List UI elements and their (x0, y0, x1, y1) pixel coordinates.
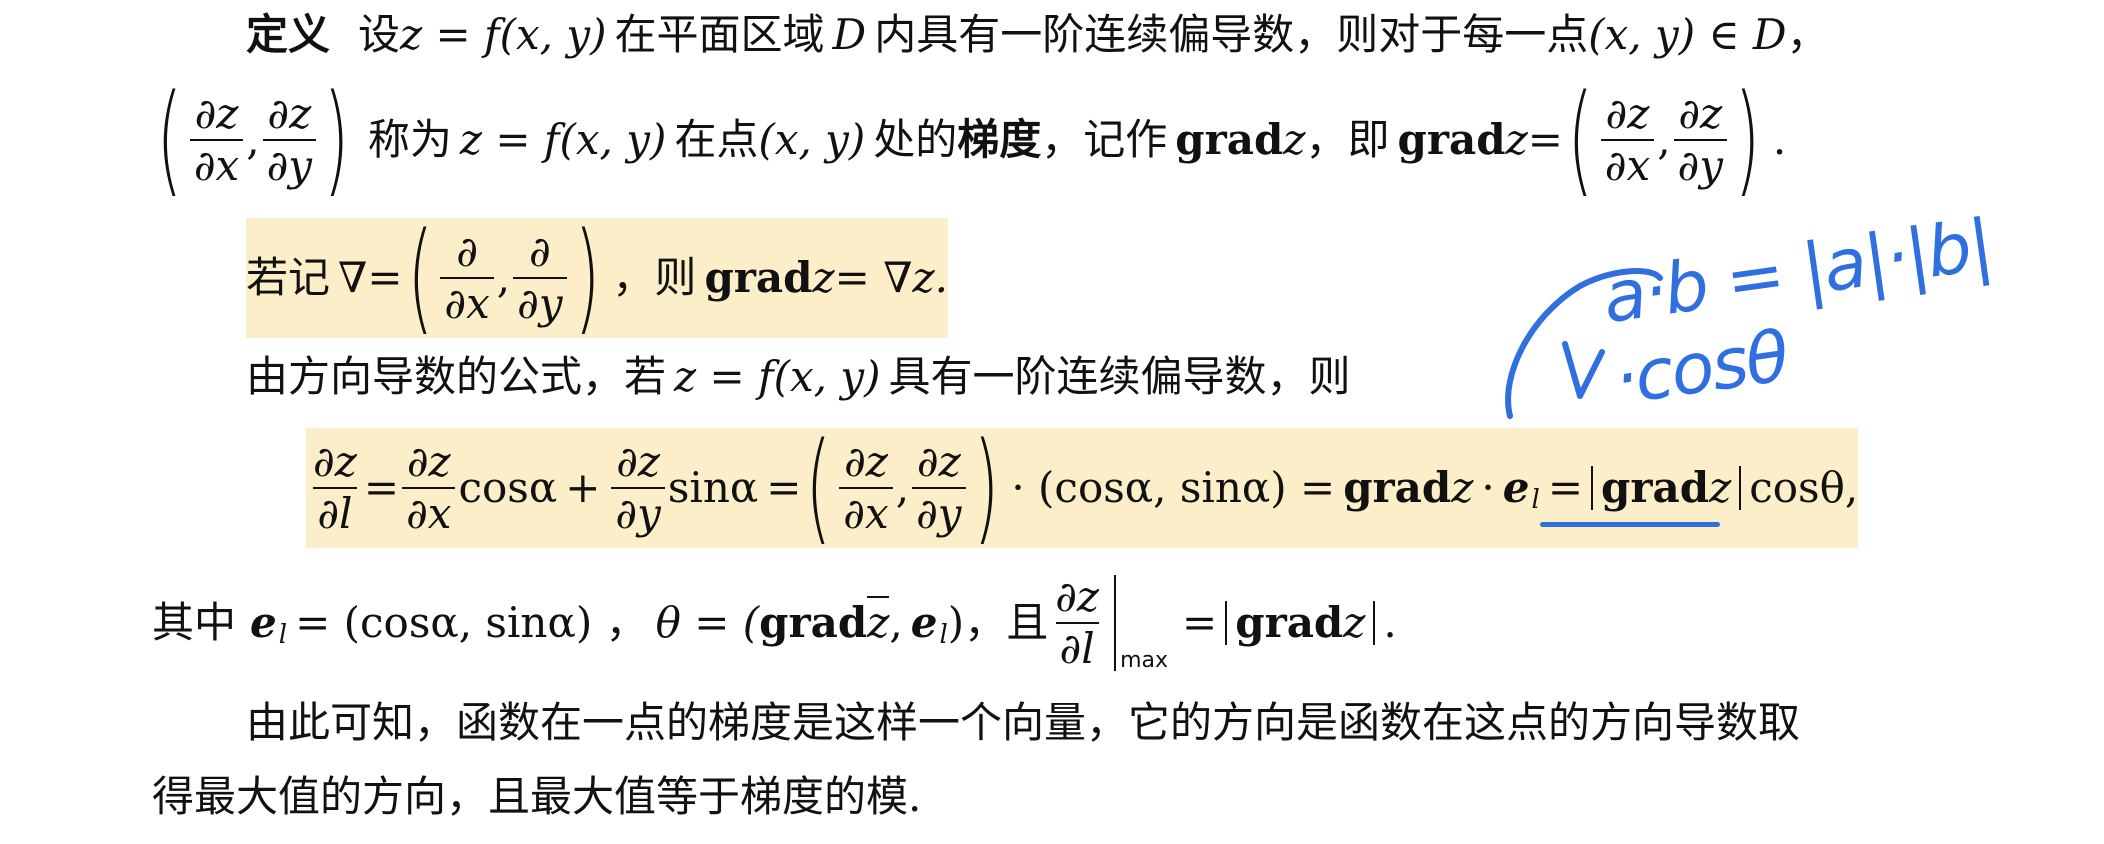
grad-word: grad (1175, 115, 1284, 164)
text: ， (1786, 10, 1829, 59)
term-gradient: 梯度 (957, 115, 1042, 164)
definition-heading: 定义 (246, 10, 331, 59)
definition-line-1: 定义 设 z = f(x, y) 在平面区域 D 内具有一阶连续偏导数，则对于每… (246, 14, 1829, 56)
math-expr: z = f(x, y) (459, 115, 667, 164)
gradient-formula: ∂z ∂l = ∂z ∂x cosα + ∂z ∂y sinα = ( ∂z ∂x , … (306, 428, 1859, 548)
textbook-page: 定义 设 z = f(x, y) 在平面区域 D 内具有一阶连续偏导数，则对于每… (0, 0, 2104, 844)
text: 设 (358, 10, 401, 59)
highlight-pink: 且最大值等于梯度的模 (488, 772, 909, 824)
definition-line-2: ( ∂z ∂x , ∂z ∂y ) 称为 z = f(x, y) 在点 (x, y)… (156, 70, 1787, 209)
text: ，即 (1305, 115, 1390, 164)
conclusion-line-1: 由此可知， 函数在一点的梯度是这样一个向量 ，它的方向是函数在这点的方向导数取 (246, 698, 1801, 750)
highlight-yellow: ∂z ∂l = ∂z ∂x cosα + ∂z ∂y sinα = ( ∂z ∂x , … (306, 428, 1859, 548)
text: 在点 (674, 115, 759, 164)
math-point: (x, y) (758, 115, 866, 164)
highlight-pink: 函数在一点的梯度是这样一个向量 (456, 698, 1087, 750)
directional-derivative-line: 由方向导数的公式，若 z = f(x, y) 具有一阶连续偏导数，则 (246, 352, 1351, 401)
text: 内具有一阶连续偏导数，则对于每一点 (874, 10, 1589, 59)
nabla-line: 若记 ∇ = ( ∂ ∂x , ∂ ∂y ) ，则 grad z = ∇z. (246, 208, 949, 347)
text: ，记作 (1041, 115, 1168, 164)
highlight-yellow: 若记 ∇ = ( ∂ ∂x , ∂ ∂y ) ，则 grad z = ∇z. (246, 208, 949, 347)
conclusion-line-2: 得最大值的方向， 且最大值等于梯度的模 . (152, 772, 922, 824)
fraction-dz-dy: ∂z ∂y (262, 93, 317, 187)
text: 在平面区域 (614, 10, 825, 59)
text: 处的 (873, 115, 958, 164)
blue-underline-mark (1540, 522, 1720, 527)
text: 称为 (367, 115, 452, 164)
math-expr: z = f(x, y) (400, 10, 607, 59)
fraction-dz-dx: ∂z ∂x (189, 93, 244, 187)
where-line: 其中 el = (cosα, sinα) ， θ = ( grad z , el… (152, 572, 1397, 673)
math-point: (x, y) ∈ D (1588, 10, 1787, 59)
math-D: D (832, 10, 867, 59)
